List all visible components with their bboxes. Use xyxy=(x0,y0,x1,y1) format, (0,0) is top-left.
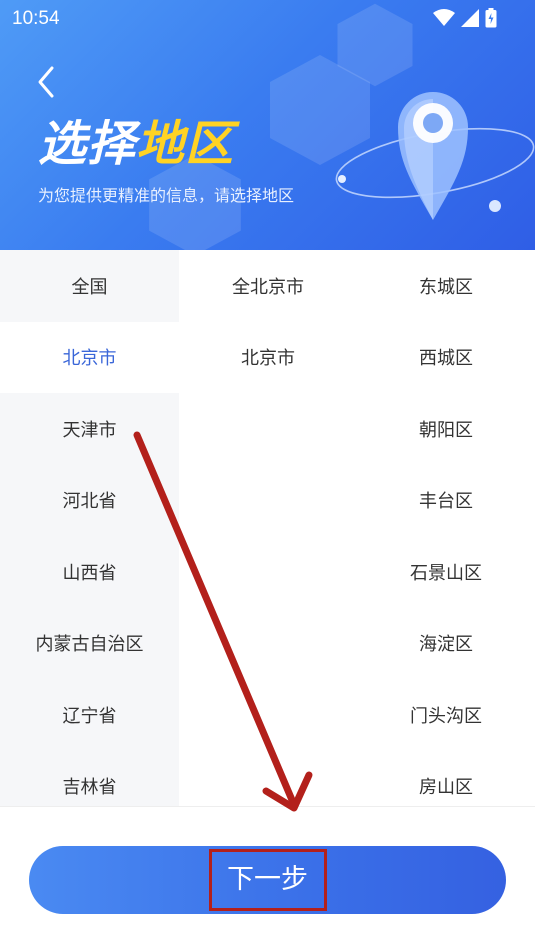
location-pin-icon xyxy=(335,92,535,220)
city-item[interactable]: 全北京市 xyxy=(179,250,357,322)
province-item[interactable]: 辽宁省 xyxy=(0,679,179,751)
header-banner: 10:54 选择地区 为您提供更精准的信息，请选择地区 xyxy=(0,0,535,250)
title-part-2: 地区 xyxy=(136,116,235,172)
province-item-selected[interactable]: 北京市 xyxy=(0,321,179,393)
signal-icon xyxy=(461,9,479,27)
wifi-icon xyxy=(433,9,455,26)
chevron-left-icon xyxy=(38,66,54,98)
district-item[interactable]: 朝阳区 xyxy=(357,393,535,465)
annotation-highlight-box: 下一步 xyxy=(208,849,327,911)
next-step-label: 下一步 xyxy=(227,864,308,895)
district-item[interactable]: 西城区 xyxy=(357,322,535,394)
district-item[interactable]: 房山区 xyxy=(357,751,535,807)
province-item[interactable]: 全国 xyxy=(0,250,179,322)
district-item[interactable]: 东城区 xyxy=(357,250,535,322)
status-time: 10:54 xyxy=(12,8,60,29)
province-item[interactable]: 吉林省 xyxy=(0,751,179,807)
battery-icon xyxy=(485,8,497,28)
divider xyxy=(0,806,535,807)
province-item[interactable]: 天津市 xyxy=(0,393,179,465)
next-step-button[interactable]: 下一步 xyxy=(29,846,506,914)
status-bar: 10:54 xyxy=(0,0,535,38)
region-picker: 全国 北京市 天津市 河北省 山西省 内蒙古自治区 辽宁省 吉林省 全北京市 北… xyxy=(0,250,535,806)
district-item[interactable]: 门头沟区 xyxy=(357,679,535,751)
page-subtitle: 为您提供更精准的信息，请选择地区 xyxy=(38,186,295,205)
district-item[interactable]: 石景山区 xyxy=(357,536,535,608)
city-list: 全北京市 北京市 xyxy=(179,250,357,806)
district-item[interactable]: 丰台区 xyxy=(357,465,535,537)
province-item[interactable]: 河北省 xyxy=(0,465,179,537)
back-button[interactable] xyxy=(28,62,64,102)
province-item[interactable]: 内蒙古自治区 xyxy=(0,608,179,680)
title-part-1: 选择 xyxy=(38,116,137,172)
status-icons xyxy=(433,8,497,28)
district-item[interactable]: 海淀区 xyxy=(357,608,535,680)
city-item[interactable]: 北京市 xyxy=(179,322,357,394)
page-title: 选择地区 xyxy=(38,112,234,176)
province-item[interactable]: 山西省 xyxy=(0,536,179,608)
district-list: 东城区 西城区 朝阳区 丰台区 石景山区 海淀区 门头沟区 房山区 xyxy=(357,250,535,806)
province-list: 全国 北京市 天津市 河北省 山西省 内蒙古自治区 辽宁省 吉林省 xyxy=(0,250,179,806)
